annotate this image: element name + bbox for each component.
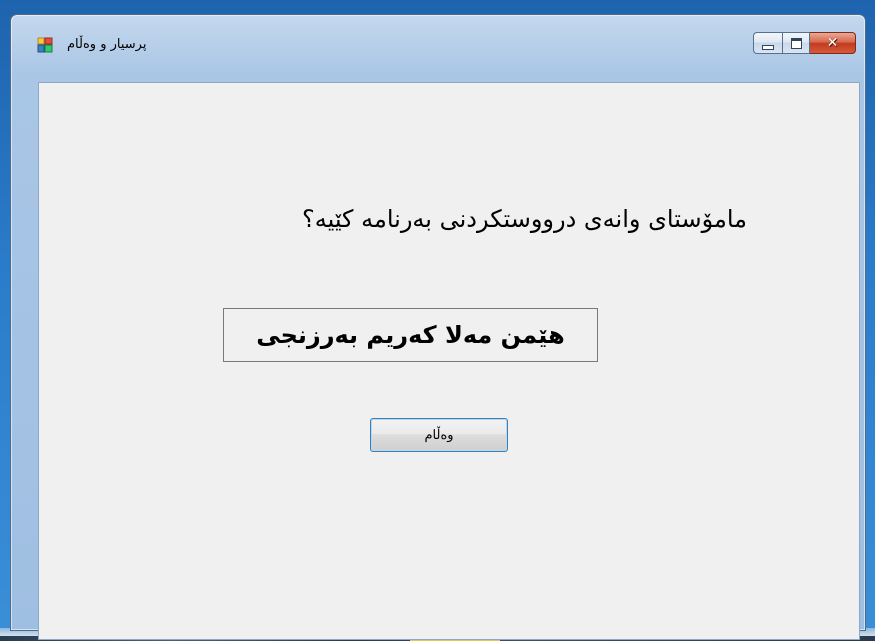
close-button[interactable]: ✕ [810, 32, 856, 54]
maximize-button[interactable] [782, 32, 810, 54]
window-title: پرسیار و وەڵام [67, 37, 147, 52]
title-bar[interactable]: پرسیار و وەڵام ✕ [11, 15, 865, 81]
close-icon: ✕ [826, 35, 839, 51]
maximize-icon [790, 37, 802, 49]
minimize-icon [762, 44, 774, 50]
answer-label: هێمن مەلا کەریم بەرزنجی [256, 321, 565, 349]
caption-buttons: ✕ [753, 32, 856, 58]
question-label: مامۆستای وانەی درووستکردنی بەرنامە کێیە؟ [301, 205, 747, 233]
answer-button[interactable]: وەڵام [370, 418, 508, 452]
minimize-button[interactable] [753, 32, 782, 54]
answer-display: هێمن مەلا کەریم بەرزنجی [223, 308, 598, 362]
form-app-icon[interactable] [37, 37, 53, 53]
form-client-area: مامۆستای وانەی درووستکردنی بەرنامە کێیە؟… [38, 82, 860, 640]
app-window: پرسیار و وەڵام ✕ مامۆستای وانەی درووستکر… [10, 14, 866, 640]
